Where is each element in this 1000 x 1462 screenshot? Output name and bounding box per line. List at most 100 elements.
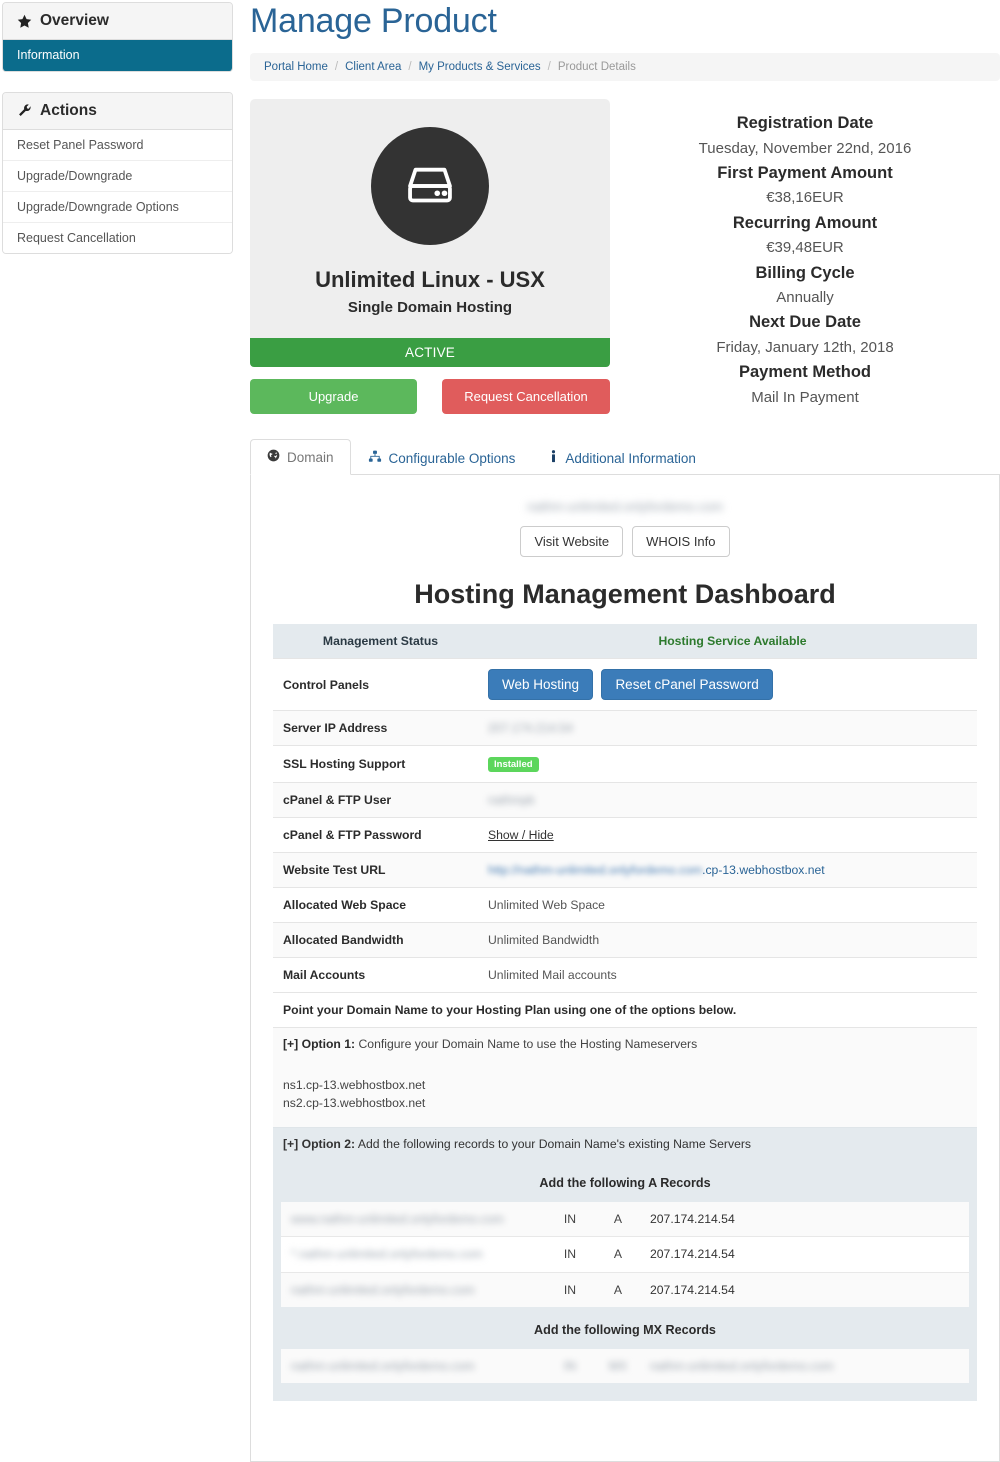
hard-drive-icon bbox=[371, 127, 489, 245]
product-name: Unlimited Linux - USX bbox=[315, 267, 545, 292]
mx-records-table: nathm-unlimited.onlyfordemo.com IN MX na… bbox=[281, 1349, 969, 1384]
test-url-visible-suffix[interactable]: .cp-13.webhostbox.net bbox=[702, 863, 825, 877]
product-card: Unlimited Linux - USX Single Domain Host… bbox=[250, 99, 610, 338]
star-icon bbox=[17, 14, 32, 29]
breadcrumb-separator: / bbox=[547, 61, 551, 73]
page-title: Manage Product bbox=[250, 2, 497, 40]
dns-records-section: Add the following A Records www.nathm-un… bbox=[273, 1159, 977, 1402]
row-value: Unlimited Bandwidth bbox=[478, 922, 977, 958]
row-value: Unlimited Mail accounts bbox=[488, 968, 617, 982]
billing-label-first-payment-amount: First Payment Amount bbox=[717, 163, 893, 182]
row-value: Web Hosting Reset cPanel Password bbox=[478, 659, 977, 711]
billing-label-registration-date: Registration Date bbox=[736, 114, 874, 132]
sidebar-item-request-cancellation[interactable]: Request Cancellation bbox=[3, 223, 232, 253]
row-label: Server IP Address bbox=[273, 710, 478, 746]
a-record-class: IN bbox=[546, 1271, 594, 1307]
table-row: *.nathm-unlimited.onlyfordemo.com IN A 2… bbox=[281, 1236, 969, 1273]
breadcrumb-separator: / bbox=[408, 61, 412, 73]
sidebar-item-reset-panel-password[interactable]: Reset Panel Password bbox=[3, 130, 232, 161]
web-hosting-button[interactable]: Web Hosting bbox=[488, 669, 594, 700]
row-label: Allocated Web Space bbox=[283, 898, 407, 912]
status-badge: ACTIVE bbox=[250, 338, 610, 367]
breadcrumb-item-my-products-services[interactable]: My Products & Services bbox=[419, 61, 541, 73]
option-1-prefix: [+] Option 1: bbox=[283, 1037, 356, 1051]
table-header-management-status: Management Status bbox=[273, 624, 478, 659]
a-record-class: IN bbox=[546, 1236, 594, 1273]
sidebar-item-label: Reset Panel Password bbox=[17, 138, 144, 152]
option-1-text: Configure your Domain Name to use the Ho… bbox=[358, 1037, 698, 1051]
billing-label-recurring-amount: Recurring Amount bbox=[732, 213, 878, 232]
show-hide-password-link[interactable]: Show / Hide bbox=[488, 828, 554, 842]
upgrade-button[interactable]: Upgrade bbox=[250, 379, 417, 414]
billing-label-next-due-date: Next Due Date bbox=[749, 313, 861, 332]
mx-record-value-redacted: nathm-unlimited.onlyfordemo.com bbox=[650, 1359, 834, 1374]
hosting-management-table: Management Status Hosting Service Availa… bbox=[273, 624, 977, 992]
table-row-control-panels: Control Panels Web Hosting Reset cPanel … bbox=[273, 658, 977, 711]
a-record-name: *.nathm-unlimited.onlyfordemo.com bbox=[281, 1236, 546, 1273]
mx-record-class: IN bbox=[546, 1349, 594, 1384]
a-record-name: nathm-unlimited.onlyfordemo.com bbox=[281, 1271, 546, 1307]
product-tabs-wrapper: Domain Configurable Options Additional I… bbox=[250, 439, 1000, 1462]
table-header-hosting-service-available: Hosting Service Available bbox=[478, 624, 977, 659]
nameserver-2: ns2.cp-13.webhostbox.net bbox=[283, 1096, 426, 1111]
page-layout: Overview Information Actions Reset Panel… bbox=[0, 0, 1000, 1462]
row-value: Unlimited Web Space bbox=[488, 898, 605, 912]
test-url-redacted-prefix: http://nathm-unlimited.onlyfordemo.com bbox=[488, 863, 703, 877]
a-record-type: A bbox=[594, 1236, 642, 1273]
sidebar-item-upgrade-downgrade[interactable]: Upgrade/Downgrade bbox=[3, 161, 232, 192]
tab-configurable-options[interactable]: Configurable Options bbox=[351, 440, 533, 475]
server-ip-redacted: 207.174.214.54 bbox=[488, 721, 573, 735]
a-record-name-redacted: nathm-unlimited.onlyfordemo.com bbox=[291, 1282, 475, 1297]
tab-label: Domain bbox=[287, 449, 334, 465]
a-record-value: 207.174.214.54 bbox=[642, 1271, 969, 1307]
a-record-value: 207.174.214.54 bbox=[642, 1236, 969, 1273]
reset-cpanel-password-button[interactable]: Reset cPanel Password bbox=[601, 669, 773, 700]
row-value: Show / Hide bbox=[478, 818, 977, 853]
tab-domain[interactable]: Domain bbox=[250, 439, 351, 475]
mx-records-title: Add the following MX Records bbox=[534, 1323, 716, 1337]
row-value: 207.174.214.54 bbox=[478, 710, 977, 746]
row-value: nathmpk bbox=[478, 782, 977, 818]
ssl-installed-badge: Installed bbox=[488, 757, 539, 772]
overview-panel: Overview Information bbox=[2, 2, 233, 72]
table-header-row: Management Status Hosting Service Availa… bbox=[273, 624, 977, 659]
visit-website-button[interactable]: Visit Website bbox=[520, 526, 624, 557]
a-record-name-redacted: www.nathm-unlimited.onlyfordemo.com bbox=[291, 1211, 504, 1226]
sitemap-icon bbox=[368, 450, 382, 466]
breadcrumb-item-portal-home[interactable]: Portal Home bbox=[264, 61, 328, 73]
a-records-table: www.nathm-unlimited.onlyfordemo.com IN A… bbox=[281, 1201, 969, 1307]
a-record-name-redacted: *.nathm-unlimited.onlyfordemo.com bbox=[291, 1247, 483, 1262]
table-row-cpanel-ftp-user: cPanel & FTP User nathmpk bbox=[273, 782, 977, 818]
table-row-website-test-url: Website Test URL http://nathm-unlimited.… bbox=[273, 852, 977, 888]
table-row-cpanel-ftp-password: cPanel & FTP Password Show / Hide bbox=[273, 817, 977, 853]
table-row-mail-accounts: Mail Accounts Unlimited Mail accounts bbox=[273, 957, 977, 993]
billing-label-billing-cycle: Billing Cycle bbox=[755, 263, 855, 282]
table-row: nathm-unlimited.onlyfordemo.com IN A 207… bbox=[281, 1271, 969, 1307]
row-label: cPanel & FTP User bbox=[273, 782, 478, 818]
breadcrumb: Portal Home / Client Area / My Products … bbox=[250, 53, 1000, 81]
a-record-type: A bbox=[594, 1201, 642, 1237]
mx-record-value: nathm-unlimited.onlyfordemo.com bbox=[642, 1349, 969, 1384]
billing-details: Registration Date Tuesday, November 22nd… bbox=[610, 99, 1000, 410]
row-label: Control Panels bbox=[283, 677, 370, 692]
table-row-server-ip-address: Server IP Address 207.174.214.54 bbox=[273, 710, 977, 746]
option-1-header[interactable]: [+] Option 1: Configure your Domain Name… bbox=[273, 1027, 977, 1060]
option-2-prefix: [+] Option 2: bbox=[283, 1136, 356, 1151]
overview-panel-header: Overview bbox=[3, 3, 232, 40]
table-row: www.nathm-unlimited.onlyfordemo.com IN A… bbox=[281, 1201, 969, 1237]
actions-panel: Actions Reset Panel Password Upgrade/Dow… bbox=[2, 92, 233, 254]
sidebar-item-information[interactable]: Information bbox=[3, 40, 232, 71]
request-cancellation-button[interactable]: Request Cancellation bbox=[442, 379, 610, 414]
a-record-name: www.nathm-unlimited.onlyfordemo.com bbox=[281, 1201, 546, 1237]
wrench-icon bbox=[17, 103, 32, 119]
whois-info-button[interactable]: WHOIS Info bbox=[632, 526, 730, 557]
row-value: http://nathm-unlimited.onlyfordemo.com.c… bbox=[478, 852, 977, 888]
row-label: Mail Accounts bbox=[283, 968, 366, 982]
nameserver-1: ns1.cp-13.webhostbox.net bbox=[283, 1078, 426, 1092]
sidebar-item-upgrade-downgrade-options[interactable]: Upgrade/Downgrade Options bbox=[3, 192, 232, 223]
breadcrumb-item-client-area[interactable]: Client Area bbox=[345, 61, 401, 73]
tab-additional-information[interactable]: Additional Information bbox=[532, 440, 713, 475]
option-2-header[interactable]: [+] Option 2: Add the following records … bbox=[273, 1126, 977, 1160]
nameservers-block: ns1.cp-13.webhostbox.net ns2.cp-13.webho… bbox=[273, 1060, 977, 1127]
actions-panel-title: Actions bbox=[40, 102, 97, 119]
